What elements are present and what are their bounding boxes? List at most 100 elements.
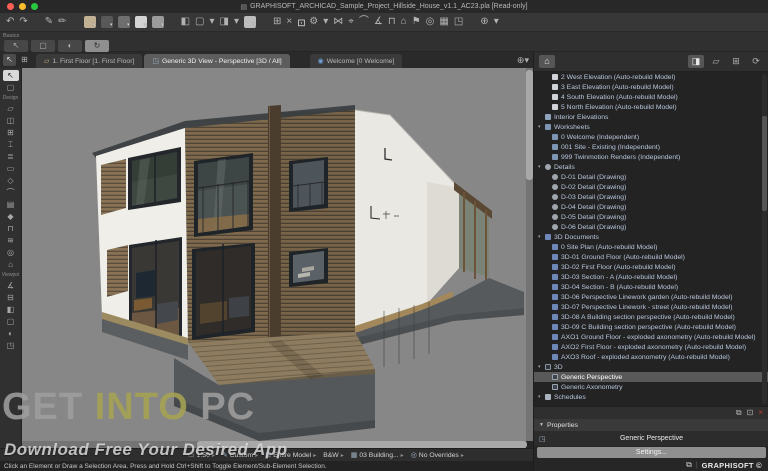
tree-item-999-twinmotion-renders-independent[interactable]: 999 Twinmotion Renders (Independent) (534, 152, 768, 162)
tree-item-3d-02-first-floor-auto-rebuild-model[interactable]: 3D-02 First Floor (Auto-rebuild Model) (534, 262, 768, 272)
overrides-selector[interactable]: ◎No Overrides▸ (411, 451, 464, 459)
rebuild-button[interactable]: ↻ (85, 40, 109, 52)
pen-set-selector[interactable]: ✎Custom▸ (222, 451, 258, 459)
shape-icon[interactable]: ▢ (195, 17, 204, 27)
tree-item-worksheets[interactable]: ▾Worksheets (534, 122, 768, 132)
group-icon[interactable]: ◎ (426, 17, 435, 27)
window-tool[interactable]: ⊞ (3, 127, 19, 138)
tree-item-d-05-detail-drawing[interactable]: D-05 Detail (Drawing) (534, 212, 768, 222)
tree-item-0-welcome-independent[interactable]: 0 Welcome (Independent) (534, 132, 768, 142)
select-similar-button[interactable]: ◐ (58, 40, 82, 52)
navigator-scrollbar-thumb[interactable] (762, 116, 767, 211)
layer-combination-selector[interactable]: ▦03 Building...▸ (351, 451, 404, 459)
slab-tool[interactable]: ▭ (3, 163, 19, 174)
curtain-wall-tool[interactable]: ▤ (3, 199, 19, 210)
pen-icon[interactable]: ✏ (58, 17, 66, 27)
marquee-tool-button[interactable]: ▢ (31, 40, 55, 52)
fillet-icon[interactable]: ⊓ (388, 17, 396, 27)
vertical-scrollbar-thumb[interactable] (526, 70, 533, 180)
select-arrow-tool[interactable]: ↖ (3, 70, 19, 81)
tree-item-axo1-ground-floor-exploded-axonometry-auto-rebuild-model[interactable]: AXO1 Ground Floor - exploded axonometry … (534, 332, 768, 342)
caret-icon[interactable]: ▾ (494, 17, 499, 27)
tree-item-3-east-elevation-auto-rebuild-model[interactable]: 3 East Elevation (Auto-rebuild Model) (534, 82, 768, 92)
grid-icon[interactable]: ⊞ (273, 17, 281, 27)
tree-item-3d-04-section-b-auto-rebuild-model[interactable]: 3D-04 Section - B (Auto-rebuild Model) (534, 282, 768, 292)
tree-item-generic-axonometry[interactable]: Generic Axonometry (534, 382, 768, 392)
stair-tool[interactable]: ⊓ (3, 223, 19, 234)
roof-tool[interactable]: ◇ (3, 175, 19, 186)
tree-item-d-03-detail-drawing[interactable]: D-03 Detail (Drawing) (534, 192, 768, 202)
flag-icon[interactable]: ⚑ (412, 17, 421, 27)
door-tool[interactable]: ◫ (3, 115, 19, 126)
home-icon[interactable]: ⌂ (401, 17, 407, 27)
horizontal-scrollbar[interactable] (22, 441, 526, 448)
expander-icon[interactable]: ▾ (538, 234, 545, 240)
tree-item-3d-01-ground-floor-auto-rebuild-model[interactable]: 3D-01 Ground Floor (Auto-rebuild Model) (534, 252, 768, 262)
eraser-icon[interactable]: ◧ (181, 17, 190, 27)
tree-item-3d-06-perspective-linework-garden-auto-rebuild-model[interactable]: 3D-06 Perspective Linework garden (Auto-… (534, 292, 768, 302)
trim-icon[interactable]: ⌒ (359, 17, 369, 27)
favorite-roof-button[interactable]: ▾ (118, 16, 130, 28)
new-viewpoint-icon[interactable]: ⊞ (728, 55, 744, 68)
brush-icon[interactable]: ✎ (45, 17, 53, 27)
morph-tool[interactable]: ◆ (3, 211, 19, 222)
tree-item-d-01-detail-drawing[interactable]: D-01 Detail (Drawing) (534, 172, 768, 182)
railing-tool[interactable]: ≋ (3, 235, 19, 246)
tree-item-3d-07-perspective-linework-street-auto-rebuild-model[interactable]: 3D-07 Perspective Linework - street (Aut… (534, 302, 768, 312)
tree-item-3d-08-a-building-section-perspective-auto-rebuild-model[interactable]: 3D-08 A Building section perspective (Au… (534, 312, 768, 322)
worksheet-tool[interactable]: ▢ (3, 316, 19, 327)
tree-item-0-site-plan-auto-rebuild-model[interactable]: 0 Site Plan (Auto-rebuild Model) (534, 242, 768, 252)
detail-tool[interactable]: ◐ (3, 328, 19, 339)
dock-panel-icon[interactable]: ⧉ (736, 409, 742, 417)
favorite-object-button[interactable]: ▾ (135, 16, 147, 28)
sync-icon[interactable]: ⟳ (748, 55, 764, 68)
organizer-icon[interactable]: ◨ (688, 55, 704, 68)
interior-elevation-tool[interactable]: ◧ (3, 304, 19, 315)
minimize-window-button[interactable] (19, 3, 26, 10)
tree-item-d-04-detail-drawing[interactable]: D-04 Detail (Drawing) (534, 202, 768, 212)
expander-icon[interactable]: ▾ (538, 394, 545, 400)
beam-tool[interactable]: ≣ (3, 151, 19, 162)
favorite-wall-button[interactable]: ▾ (84, 16, 96, 28)
tree-item-schedules[interactable]: ▾Schedules (534, 392, 768, 402)
arrow-tool-button[interactable]: ↖ (4, 40, 28, 52)
undo-icon[interactable]: ↶ (6, 17, 14, 27)
gear-icon[interactable]: ⚙ (309, 17, 318, 27)
column-tool[interactable]: ⌶ (3, 139, 19, 150)
object-tool[interactable]: ◎ (3, 247, 19, 258)
tree-item-3d-documents[interactable]: ▾3D Documents (534, 232, 768, 242)
float-panel-icon[interactable]: ⊡ (747, 409, 754, 417)
tree-item-d-02-detail-drawing[interactable]: D-02 Detail (Drawing) (534, 182, 768, 192)
redo-icon[interactable]: ↷ (19, 17, 27, 27)
collapse-icon[interactable]: ▼ (539, 422, 544, 428)
tree-item-3d-03-section-a-auto-rebuild-model[interactable]: 3D-03 Section - A (Auto-rebuild Model) (534, 272, 768, 282)
tree-item-generic-perspective[interactable]: Generic Perspective (534, 372, 768, 382)
elevation-tool[interactable]: ⊟ (3, 292, 19, 303)
tab-welcome-0-welcome[interactable]: ◉Welcome [0 Welcome] (310, 54, 403, 68)
magnet-icon[interactable]: ⋈ (333, 17, 343, 27)
marquee-tool[interactable]: ▢ (3, 82, 19, 93)
bw-toggle[interactable]: B&W▸ (323, 452, 344, 459)
pointer-icon[interactable]: ↖ (3, 54, 16, 66)
expander-icon[interactable]: ▾ (538, 364, 545, 370)
tree-item-3d-09-c-building-section-perspective-auto-rebuild-model[interactable]: 3D-09 C Building section perspective (Au… (534, 322, 768, 332)
camera-icon[interactable]: ◳ (454, 17, 463, 27)
close-panel-icon[interactable]: × (758, 409, 763, 417)
tree-item-axo2-first-floor-exploded-axonometry-auto-rebuild-model[interactable]: AXO2 First Floor - exploded axonometry (… (534, 342, 768, 352)
tree-item-details[interactable]: ▾Details (534, 162, 768, 172)
expander-icon[interactable]: ▾ (538, 164, 545, 170)
tab-overview-icon[interactable]: ⊞ (18, 54, 31, 66)
close-window-button[interactable] (7, 3, 14, 10)
tree-item-4-south-elevation-auto-rebuild-model[interactable]: 4 South Elevation (Auto-rebuild Model) (534, 92, 768, 102)
tab-generic-3d-view-perspective-3d-all[interactable]: ◳Generic 3D View - Perspective [3D / All… (144, 54, 289, 68)
navigator-scrollbar[interactable] (762, 74, 767, 404)
layers-icon[interactable]: ▦ (439, 17, 448, 27)
expander-icon[interactable]: ▾ (538, 124, 545, 130)
settings-button[interactable]: Settings... (537, 447, 766, 458)
camera-tool[interactable]: ◳ (3, 340, 19, 351)
pan-icon[interactable]: ⊕ (480, 17, 488, 27)
model-filter-selector[interactable]: ⊞Entire Model▸ (265, 451, 316, 459)
tab-options-icon[interactable]: ⊕ (517, 56, 525, 65)
tree-item-001-site-existing-independent[interactable]: 001 Site - Existing (Independent) (534, 142, 768, 152)
horizontal-scrollbar-thumb[interactable] (197, 441, 527, 448)
